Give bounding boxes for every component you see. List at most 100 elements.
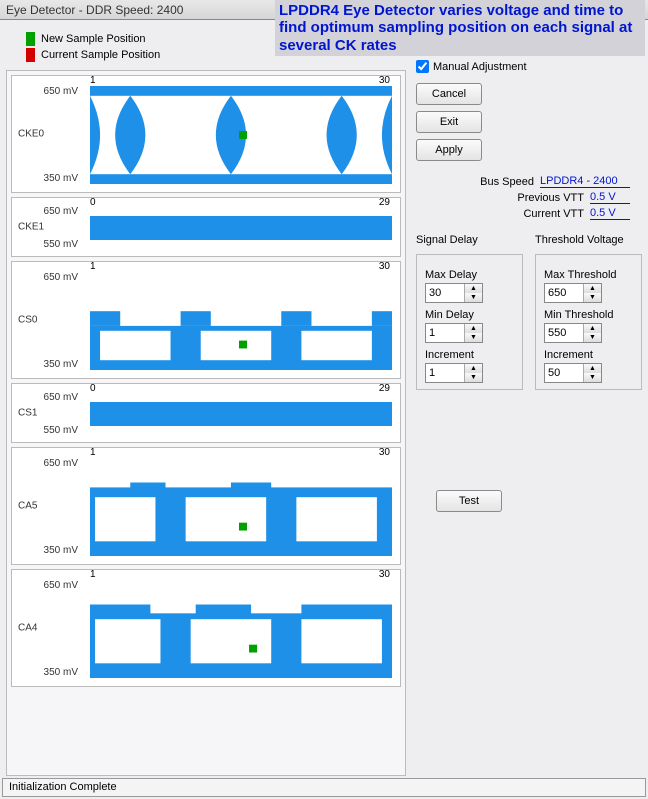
xlabel-max: 29 (379, 197, 390, 208)
max-delay-input[interactable] (426, 284, 464, 302)
plot-name: CS0 (18, 315, 37, 326)
plot-area (90, 272, 392, 370)
plot-labels: 650 mV CS1 550 mV (12, 384, 84, 442)
legend-new-label: New Sample Position (41, 33, 146, 45)
ylabel-top: 650 mV (44, 86, 78, 97)
eye-plot-cke1[interactable]: 650 mV CKE1 550 mV 0 29 (11, 197, 401, 257)
spin-up-icon[interactable]: ▲ (465, 364, 482, 373)
cancel-button[interactable]: Cancel (416, 83, 482, 105)
plot-labels: 650 mV CA5 350 mV (12, 448, 84, 564)
ylabel-top: 650 mV (44, 580, 78, 591)
plot-labels: 650 mV CS0 350 mV (12, 262, 84, 378)
manual-adjust-row: Manual Adjustment (416, 60, 642, 73)
bus-speed-value: LPDDR4 - 2400 (540, 175, 630, 188)
plot-name: CKE0 (18, 129, 44, 140)
curr-vtt-row: Current VTT 0.5 V (416, 207, 642, 220)
legend-current-label: Current Sample Position (41, 49, 160, 61)
ylabel-top: 650 mV (44, 392, 78, 403)
xlabel-min: 1 (90, 261, 96, 272)
manual-adjust-label: Manual Adjustment (433, 61, 527, 73)
left-column: New Sample Position Current Sample Posit… (6, 26, 406, 774)
spin-down-icon[interactable]: ▼ (584, 373, 601, 382)
spin-down-icon[interactable]: ▼ (465, 293, 482, 302)
ylabel-bot: 350 mV (44, 173, 78, 184)
plot-name: CKE1 (18, 222, 44, 233)
plot-name: CA4 (18, 623, 37, 634)
ylabel-top: 650 mV (44, 206, 78, 217)
inc-delay-label: Increment (425, 349, 514, 361)
spin-down-icon[interactable]: ▼ (584, 333, 601, 342)
eye-plot-ca4[interactable]: 650 mV CA4 350 mV 1 30 (11, 569, 401, 687)
min-threshold-input[interactable] (545, 324, 583, 342)
manual-adjust-checkbox[interactable] (416, 60, 429, 73)
eye-plot-cke0[interactable]: 650 mV CKE0 350 mV 1 30 (11, 75, 401, 193)
prev-vtt-row: Previous VTT 0.5 V (416, 191, 642, 204)
xlabel-max: 30 (379, 261, 390, 272)
inc-delay-spinner[interactable]: ▲▼ (425, 363, 483, 383)
min-delay-label: Min Delay (425, 309, 514, 321)
window-title: Eye Detector - DDR Speed: 2400 (6, 3, 183, 17)
min-threshold-label: Min Threshold (544, 309, 633, 321)
spin-up-icon[interactable]: ▲ (584, 324, 601, 333)
eye-diagram (90, 272, 392, 370)
bus-speed-label: Bus Speed (480, 176, 534, 188)
inc-threshold-spinner[interactable]: ▲▼ (544, 363, 602, 383)
spin-down-icon[interactable]: ▼ (465, 333, 482, 342)
min-delay-spinner[interactable]: ▲▼ (425, 323, 483, 343)
max-threshold-spinner[interactable]: ▲▼ (544, 283, 602, 303)
min-threshold-spinner[interactable]: ▲▼ (544, 323, 602, 343)
xlabel-max: 30 (379, 569, 390, 580)
max-threshold-input[interactable] (545, 284, 583, 302)
eye-diagram (90, 580, 392, 678)
inc-threshold-label: Increment (544, 349, 633, 361)
eye-plot-stack: 650 mV CKE0 350 mV 1 30 (6, 70, 406, 776)
eye-plot-cs1[interactable]: 650 mV CS1 550 mV 0 29 (11, 383, 401, 443)
spin-down-icon[interactable]: ▼ (584, 293, 601, 302)
ylabel-bot: 350 mV (44, 667, 78, 678)
xlabel-max: 30 (379, 75, 390, 86)
prev-vtt-label: Previous VTT (517, 192, 584, 204)
spin-up-icon[interactable]: ▲ (465, 284, 482, 293)
solid-bar (90, 402, 392, 426)
ylabel-bot: 350 mV (44, 545, 78, 556)
curr-vtt-value: 0.5 V (590, 207, 630, 220)
current-sample-swatch (26, 48, 35, 62)
ylabel-top: 650 mV (44, 272, 78, 283)
plot-area (90, 458, 392, 556)
exit-button[interactable]: Exit (416, 111, 482, 133)
test-button[interactable]: Test (436, 490, 502, 512)
spin-up-icon[interactable]: ▲ (465, 324, 482, 333)
plot-area (90, 208, 392, 248)
xlabel-min: 1 (90, 75, 96, 86)
right-column: Analyze Manual Adjustment Cancel Exit Ap… (406, 26, 642, 774)
plot-area (90, 394, 392, 434)
new-sample-swatch (26, 32, 35, 46)
status-bar: Initialization Complete (2, 778, 646, 797)
main-content: New Sample Position Current Sample Posit… (0, 20, 648, 776)
min-delay-input[interactable] (426, 324, 464, 342)
xlabel-max: 30 (379, 447, 390, 458)
plot-area (90, 580, 392, 678)
max-delay-spinner[interactable]: ▲▼ (425, 283, 483, 303)
bus-speed-row: Bus Speed LPDDR4 - 2400 (416, 175, 642, 188)
eye-plot-ca5[interactable]: 650 mV CA5 350 mV 1 30 (11, 447, 401, 565)
spin-up-icon[interactable]: ▲ (584, 284, 601, 293)
eye-plot-cs0[interactable]: 650 mV CS0 350 mV 1 30 (11, 261, 401, 379)
xlabel-max: 29 (379, 383, 390, 394)
plot-area (90, 86, 392, 184)
xlabel-min: 1 (90, 447, 96, 458)
spin-down-icon[interactable]: ▼ (465, 373, 482, 382)
threshold-voltage-group: Max Threshold ▲▼ Min Threshold ▲▼ Increm… (535, 254, 642, 390)
xlabel-min: 0 (90, 383, 96, 394)
status-text: Initialization Complete (9, 781, 117, 793)
ylabel-bot: 350 mV (44, 359, 78, 370)
ylabel-bot: 550 mV (44, 239, 78, 250)
apply-button[interactable]: Apply (416, 139, 482, 161)
eye-diagram (90, 458, 392, 556)
eye-diagram (90, 86, 392, 184)
plot-labels: 650 mV CA4 350 mV (12, 570, 84, 686)
spin-up-icon[interactable]: ▲ (584, 364, 601, 373)
plot-labels: 650 mV CKE1 550 mV (12, 198, 84, 256)
inc-delay-input[interactable] (426, 364, 464, 382)
inc-threshold-input[interactable] (545, 364, 583, 382)
